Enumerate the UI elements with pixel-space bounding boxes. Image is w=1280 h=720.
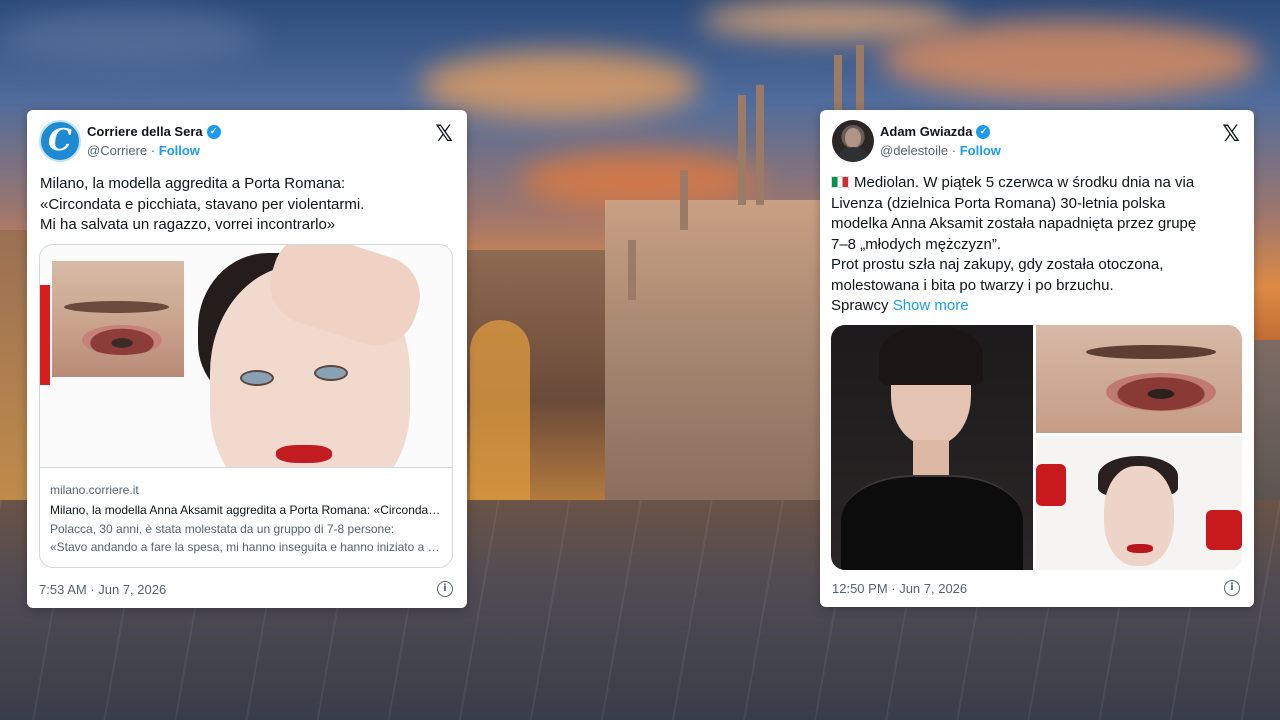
author-name-text[interactable]: Corriere della Sera <box>87 124 203 139</box>
author-name[interactable]: Corriere della Sera ✓ <box>87 124 221 139</box>
tweet-media-grid <box>831 325 1242 570</box>
tweet-text-span: Sprawcy <box>831 297 889 314</box>
red-ribbon-decoration <box>40 285 50 385</box>
media-photo-portrait[interactable] <box>831 325 1033 570</box>
tweet-text-span: Mediolan. W piątek 5 czerwca w środku dn… <box>854 174 1195 191</box>
link-preview-card[interactable]: milano.corriere.it Milano, la modella An… <box>39 244 453 568</box>
tweet-text-line: Livenza (dzielnica Porta Romana) 30-letn… <box>831 194 1166 212</box>
link-description-line: Polacca, 30 anni, è stata molestata da u… <box>50 522 395 536</box>
author-handle-row: @delestoile · Follow <box>880 143 1001 158</box>
model-eye-right <box>314 365 348 381</box>
x-logo-icon[interactable]: 𝕏 <box>435 122 453 147</box>
separator-dot: · <box>951 143 957 158</box>
tweet-text-line: 7–8 „młodych mężczyzn”. <box>831 235 1002 253</box>
tweet-footer: 7:53 AM · Jun 7, 2026 i <box>39 581 453 597</box>
tweet-header: C Corriere della Sera ✓ @Corriere · Foll… <box>39 120 453 164</box>
tweet-card-corriere[interactable]: C Corriere della Sera ✓ @Corriere · Foll… <box>27 110 467 608</box>
tweet-text-line: Prot prostu szła naj zakupy, gdy została… <box>831 256 1164 273</box>
tweet-text-line: modelka Anna Aksamit została napadnięta … <box>831 215 1197 232</box>
info-icon[interactable]: i <box>1224 580 1240 596</box>
link-preview-meta: milano.corriere.it Milano, la modella An… <box>40 467 452 567</box>
tweet-text-line: «Circondata e picchiata, stavano per vio… <box>40 195 365 213</box>
show-more-link[interactable]: Show more <box>893 297 969 314</box>
tweet-header: Adam Gwiazda ✓ @delestoile · Follow 𝕏 <box>832 120 1240 164</box>
bruised-eye-inset-photo <box>52 261 184 377</box>
info-icon[interactable]: i <box>437 581 453 597</box>
tweet-card-adam-gwiazda[interactable]: Adam Gwiazda ✓ @delestoile · Follow 𝕏 Me… <box>820 110 1254 607</box>
tweet-timestamp[interactable]: 12:50 PM · Jun 7, 2026 <box>832 581 967 596</box>
follow-button[interactable]: Follow <box>159 143 200 158</box>
link-description: Polacca, 30 anni, è stata molestata da u… <box>50 520 442 556</box>
tweet-text: Milano, la modella aggredita a Porta Rom… <box>40 174 453 236</box>
tweet-text-line: Mediolan. W piątek 5 czerwca w środku dn… <box>831 173 1240 194</box>
media-photo-bruised-eye[interactable] <box>1036 325 1242 433</box>
link-domain: milano.corriere.it <box>50 483 139 497</box>
adam-gwiazda-avatar[interactable] <box>832 120 874 162</box>
separator-dot: · <box>150 143 156 158</box>
tweet-footer: 12:50 PM · Jun 7, 2026 i <box>832 580 1240 596</box>
follow-button[interactable]: Follow <box>960 143 1001 158</box>
author-handle[interactable]: @delestoile <box>880 143 948 158</box>
link-description-line: «Stavo andando a fare la spesa, mi hanno… <box>50 540 442 554</box>
model-lips <box>276 445 332 463</box>
italy-flag-icon <box>831 176 849 188</box>
tweet-text-line: Milano, la modella aggredita a Porta Rom… <box>40 175 346 192</box>
tweet-text: Mediolan. W piątek 5 czerwca w środku dn… <box>831 173 1240 317</box>
media-photo-red-gloves[interactable] <box>1036 436 1242 570</box>
link-title[interactable]: Milano, la modella Anna Aksamit aggredit… <box>50 502 442 518</box>
tweet-text-line: Mi ha salvata un ragazzo, vorrei incontr… <box>40 216 336 233</box>
author-handle-row: @Corriere · Follow <box>87 143 200 158</box>
tweet-text-line: Sprawcy Show more <box>831 296 1240 317</box>
verified-badge-icon: ✓ <box>206 124 221 139</box>
author-name-text[interactable]: Adam Gwiazda <box>880 124 972 139</box>
author-name[interactable]: Adam Gwiazda ✓ <box>880 124 991 139</box>
link-preview-image[interactable] <box>40 245 452 467</box>
x-logo-icon[interactable]: 𝕏 <box>1222 122 1240 147</box>
corriere-c-logo-icon: C <box>48 123 72 158</box>
verified-badge-icon: ✓ <box>976 124 991 139</box>
tweet-timestamp[interactable]: 7:53 AM · Jun 7, 2026 <box>39 582 166 597</box>
corriere-avatar[interactable]: C <box>39 120 81 162</box>
model-eye-left <box>240 370 274 386</box>
tweet-text-line: molestowana i bita po twarzy i po brzuch… <box>831 276 1114 294</box>
author-handle[interactable]: @Corriere <box>87 143 147 158</box>
